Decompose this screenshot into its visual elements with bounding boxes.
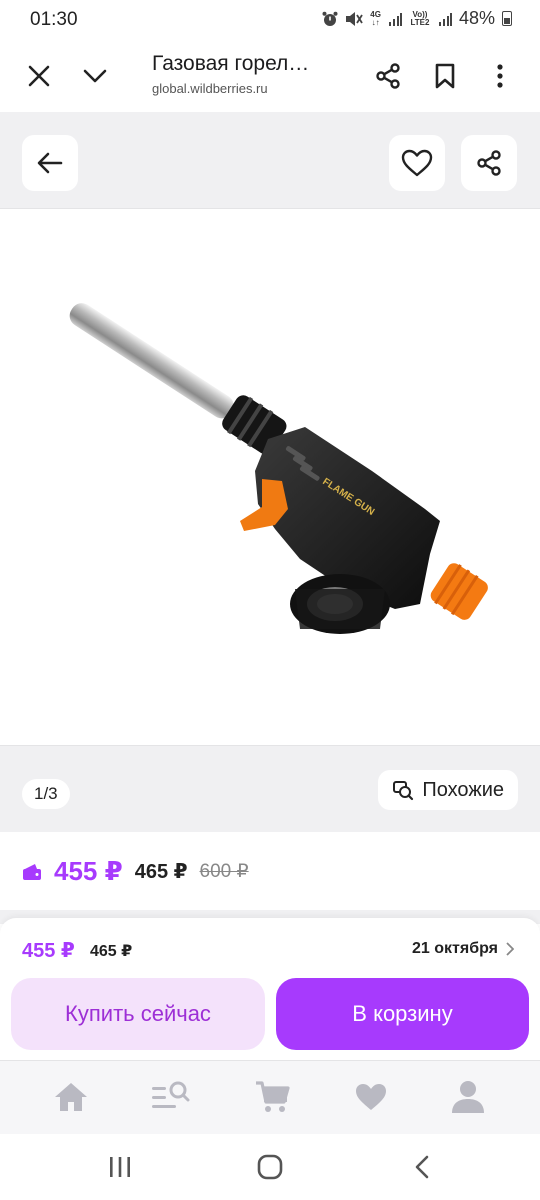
delivery-date: 21 октября: [412, 940, 498, 957]
gas-torch-illustration: FLAME GUN: [69, 303, 488, 634]
image-counter: 1/3: [22, 779, 70, 809]
back-arrow-icon: [37, 152, 63, 174]
profile-icon: [452, 1081, 484, 1113]
share-icon: [477, 150, 501, 176]
mute-icon: [346, 11, 364, 26]
delivery-date-link[interactable]: 21 октября: [412, 940, 514, 958]
cart-icon: [256, 1081, 290, 1112]
catalog-search-icon: [152, 1081, 190, 1108]
tab-profile[interactable]: [446, 1075, 490, 1119]
page-url[interactable]: global.wildberries.ru: [152, 81, 268, 96]
back-chevron-icon: [415, 1155, 429, 1179]
product-image[interactable]: FLAME GUN: [0, 208, 540, 746]
bottom-tab-bar: [0, 1060, 540, 1134]
data-arrows-icon: 4G ↓↑: [370, 9, 381, 27]
browser-toolbar: Газовая горел… global.wildberries.ru: [0, 40, 540, 112]
close-icon: [28, 65, 50, 87]
buy-panel: 455 ₽ 465 ₽ 21 октября Купить сейчас В к…: [0, 918, 540, 1060]
favorites-heart-icon: [356, 1084, 386, 1110]
heart-icon: [401, 149, 433, 177]
system-navigation-bar: [0, 1134, 540, 1200]
chevron-right-icon: [506, 942, 514, 956]
status-icons: 4G ↓↑ Vo)) LTE2 48%: [322, 8, 512, 29]
gallery-footer: 1/3 Похожие: [0, 746, 540, 832]
price-secondary: 465 ₽: [134, 861, 188, 883]
panel-price: 455 ₽: [22, 940, 75, 962]
similar-label: Похожие: [422, 778, 504, 801]
chevron-down-icon: [83, 69, 107, 83]
wallet-icon: [23, 863, 41, 880]
tab-catalog[interactable]: [148, 1075, 192, 1119]
home-circle-icon: [257, 1154, 283, 1180]
more-icon: [497, 64, 503, 88]
signal-icon: [438, 12, 452, 26]
home-icon: [55, 1083, 87, 1111]
price-section: 455 ₽ 465 ₽ 600 ₽: [0, 832, 540, 912]
gallery-header: [0, 112, 540, 208]
page-title: Газовая горел…: [152, 52, 310, 75]
add-to-cart-button[interactable]: В корзину: [276, 978, 529, 1050]
close-button[interactable]: [19, 56, 59, 96]
tab-cart[interactable]: [250, 1075, 294, 1119]
back-button-system[interactable]: [402, 1152, 442, 1182]
share-product-button[interactable]: [461, 135, 517, 191]
volte-label: Vo)) LTE2: [410, 9, 430, 27]
back-button[interactable]: [22, 135, 78, 191]
home-button[interactable]: [250, 1152, 290, 1182]
battery-icon: [502, 11, 512, 26]
similar-search-icon: [393, 781, 414, 801]
similar-button[interactable]: Похожие: [378, 770, 518, 810]
battery-percent: 48%: [458, 8, 495, 28]
price-main: 455 ₽: [54, 856, 123, 886]
share-icon: [376, 63, 400, 89]
favorite-button[interactable]: [389, 135, 445, 191]
bookmark-icon: [435, 63, 455, 89]
more-button[interactable]: [480, 56, 520, 96]
alarm-icon: [322, 11, 338, 26]
bookmark-button[interactable]: [425, 56, 465, 96]
price-row: 455 ₽ 465 ₽ 600 ₽: [22, 856, 249, 887]
tab-home[interactable]: [49, 1075, 93, 1119]
status-time: 01:30: [30, 9, 78, 30]
status-bar: 01:30 4G ↓↑ Vo)) LTE2 48%: [0, 0, 540, 40]
panel-price-secondary: 465 ₽: [90, 943, 133, 960]
recents-button[interactable]: [100, 1152, 140, 1182]
recents-icon: [110, 1157, 130, 1177]
share-button[interactable]: [368, 56, 408, 96]
tab-favorites[interactable]: [349, 1075, 393, 1119]
signal-icon: [388, 12, 402, 26]
collapse-button[interactable]: [75, 56, 115, 96]
price-old: 600 ₽: [199, 861, 249, 882]
buy-now-button[interactable]: Купить сейчас: [11, 978, 265, 1050]
